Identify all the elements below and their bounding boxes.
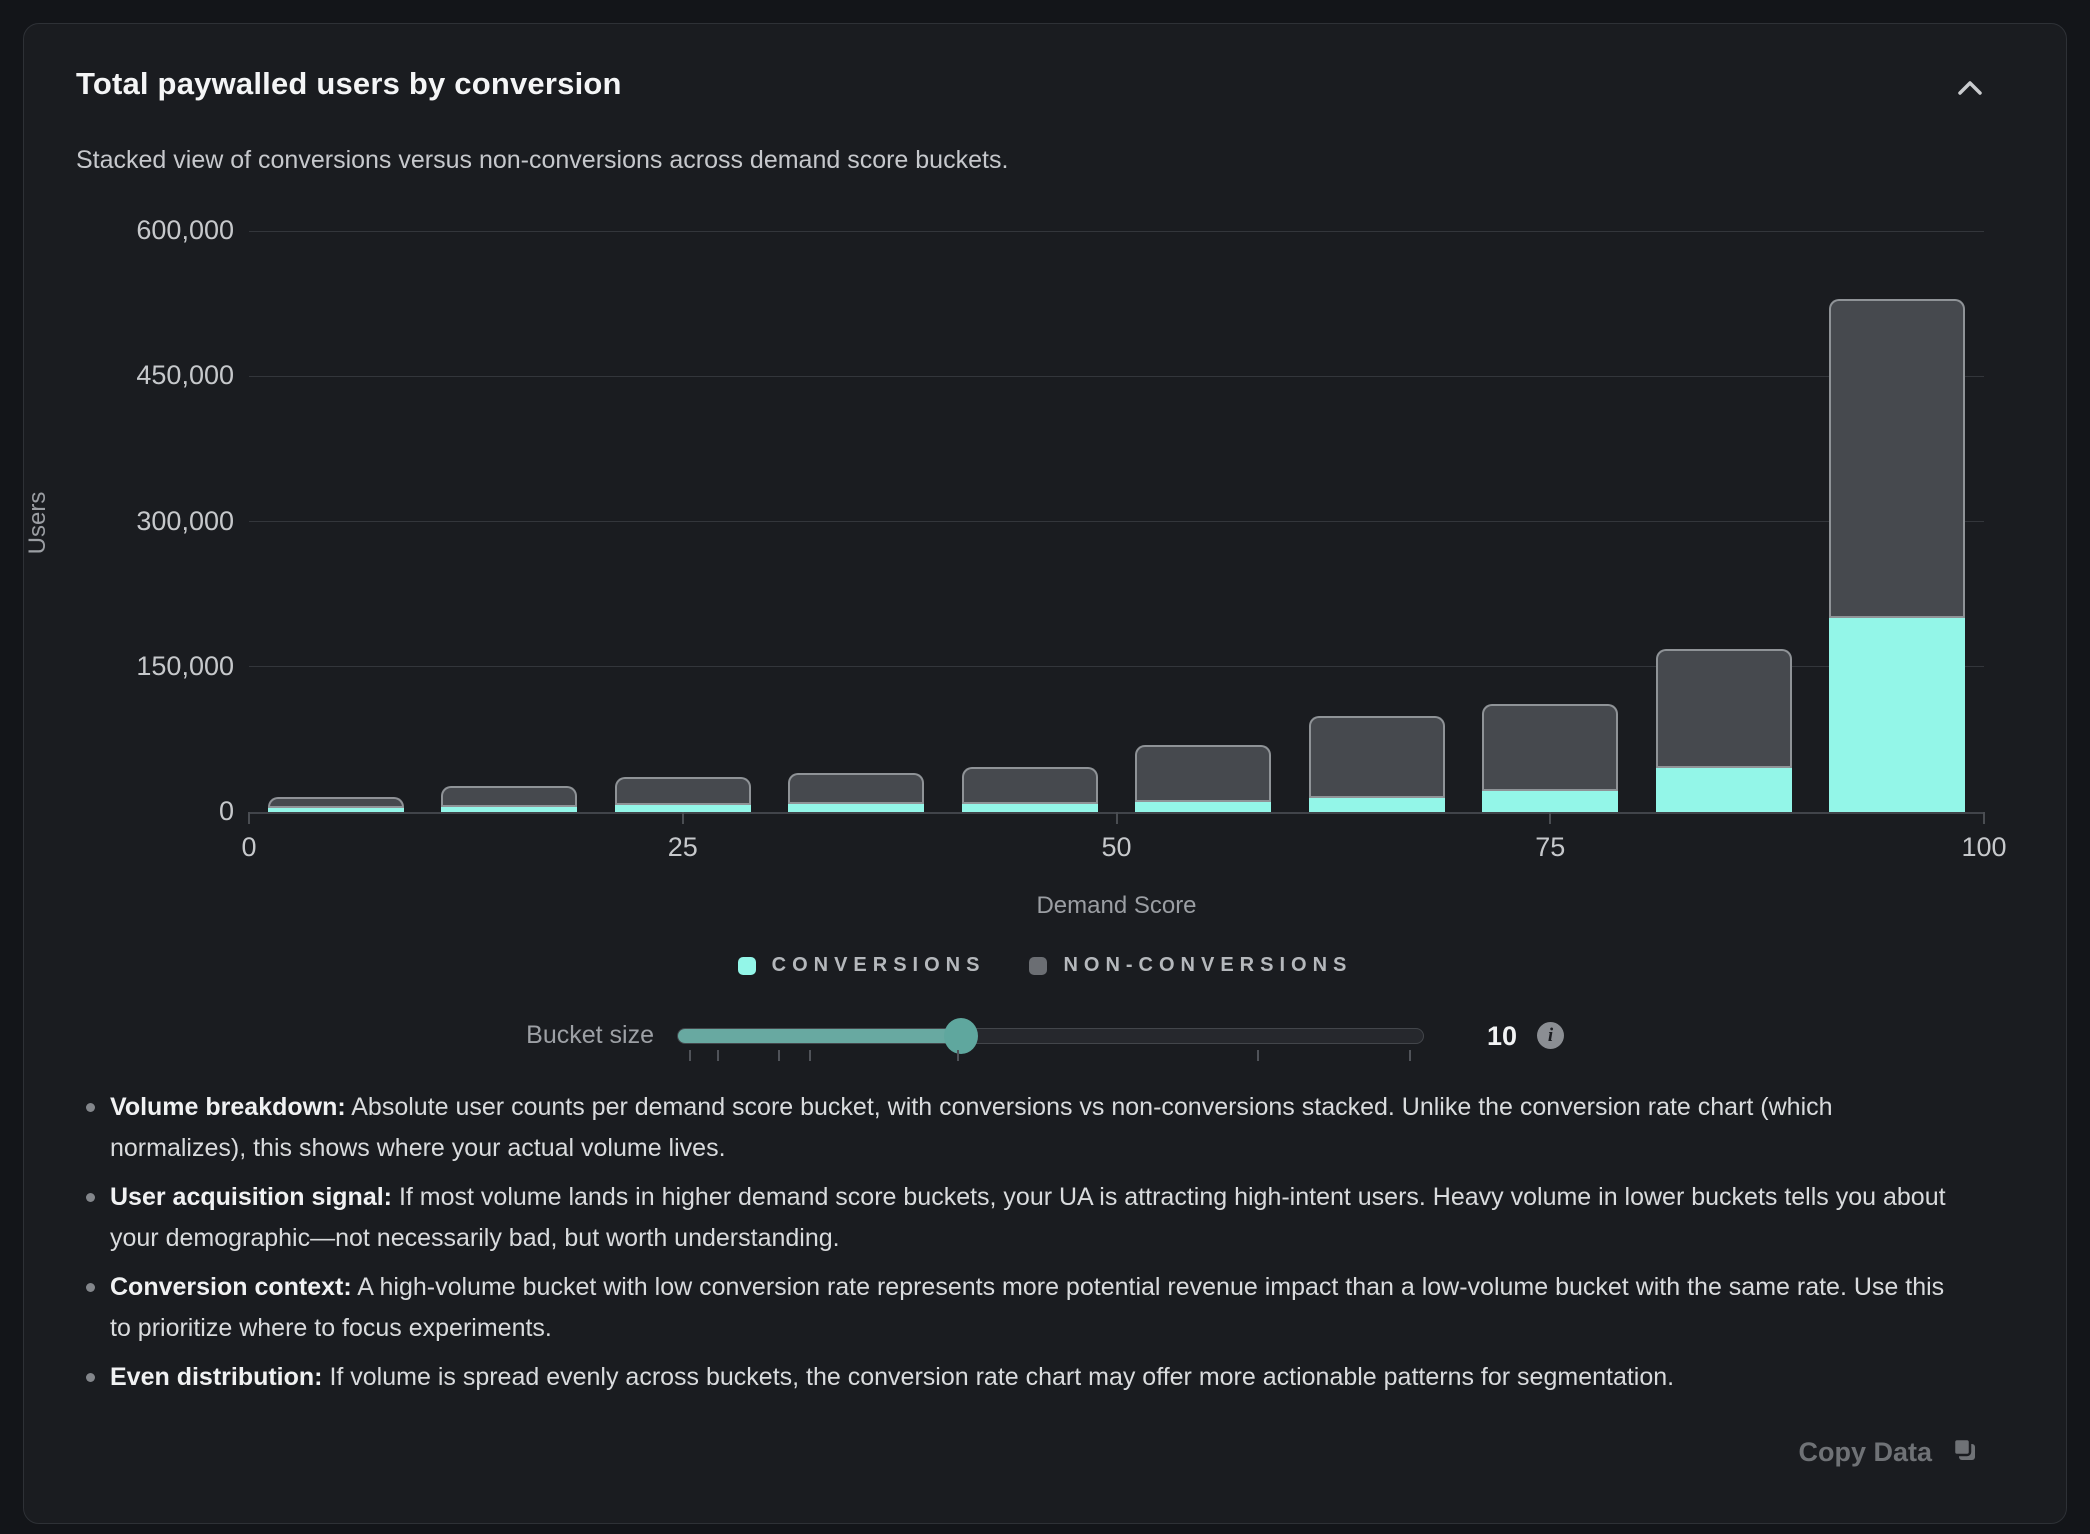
bucket-size-label: Bucket size bbox=[354, 1021, 654, 1050]
copy-icon bbox=[1950, 1435, 1980, 1470]
bar-segment-conversions[interactable] bbox=[788, 804, 924, 812]
bar-segment-conversions[interactable] bbox=[1656, 768, 1792, 812]
bucket-size-slider-thumb[interactable] bbox=[944, 1018, 978, 1054]
y-tick-label: 600,000 bbox=[84, 215, 234, 246]
bar-segment-non-conversions[interactable] bbox=[1829, 299, 1965, 619]
x-tick-label: 0 bbox=[179, 832, 319, 863]
notes-list: Volume breakdown: Absolute user counts p… bbox=[84, 1087, 1964, 1406]
legend-item-conversions[interactable]: CONVERSIONS bbox=[738, 954, 986, 977]
note-item: User acquisition signal: If most volume … bbox=[84, 1177, 1964, 1259]
x-tick bbox=[1116, 812, 1118, 824]
legend-swatch-icon bbox=[1029, 957, 1047, 975]
bar-bucket-70-80[interactable] bbox=[1482, 704, 1618, 812]
copy-data-button[interactable]: Copy Data bbox=[1798, 1432, 1980, 1472]
chevron-up-icon bbox=[1957, 80, 1983, 99]
note-lead: User acquisition signal: bbox=[110, 1183, 392, 1211]
bar-segment-non-conversions[interactable] bbox=[1482, 704, 1618, 791]
legend-item-label: NON-CONVERSIONS bbox=[1063, 954, 1352, 977]
plot-area: 0150,000300,000450,000600,0000255075100 bbox=[249, 231, 1984, 812]
bar-segment-non-conversions[interactable] bbox=[962, 767, 1098, 804]
slider-tick-mark bbox=[717, 1050, 719, 1061]
bar-segment-non-conversions[interactable] bbox=[788, 773, 924, 804]
chart-card: Total paywalled users by conversion Stac… bbox=[23, 23, 2067, 1524]
slider-tick-mark bbox=[778, 1050, 780, 1061]
bar-bucket-10-20[interactable] bbox=[441, 786, 577, 812]
bar-bucket-30-40[interactable] bbox=[788, 773, 924, 812]
bar-bucket-90-100[interactable] bbox=[1829, 299, 1965, 812]
y-tick-label: 450,000 bbox=[84, 360, 234, 391]
bar-segment-non-conversions[interactable] bbox=[615, 777, 751, 805]
chart-legend: CONVERSIONS NON-CONVERSIONS bbox=[24, 954, 2066, 977]
x-axis-title: Demand Score bbox=[249, 892, 1984, 920]
bar-segment-conversions[interactable] bbox=[1829, 618, 1965, 812]
collapse-button[interactable] bbox=[1946, 68, 1994, 110]
y-tick-label: 300,000 bbox=[84, 506, 234, 537]
bar-segment-non-conversions[interactable] bbox=[268, 797, 404, 808]
bar-bucket-60-70[interactable] bbox=[1309, 716, 1445, 812]
x-tick bbox=[1549, 812, 1551, 824]
legend-item-label: CONVERSIONS bbox=[772, 954, 986, 977]
legend-item-non-conversions[interactable]: NON-CONVERSIONS bbox=[1029, 954, 1352, 977]
copy-data-label: Copy Data bbox=[1798, 1437, 1932, 1468]
x-tick bbox=[248, 812, 250, 824]
note-item: Even distribution: If volume is spread e… bbox=[84, 1357, 1964, 1398]
gridline bbox=[249, 521, 1984, 522]
page-title: Total paywalled users by conversion bbox=[76, 66, 622, 102]
slider-tick-mark bbox=[1409, 1050, 1411, 1061]
note-item: Volume breakdown: Absolute user counts p… bbox=[84, 1087, 1964, 1169]
bucket-size-slider-track[interactable] bbox=[677, 1028, 1424, 1044]
x-tick bbox=[682, 812, 684, 824]
slider-tick-mark bbox=[957, 1050, 959, 1061]
note-lead: Conversion context: bbox=[110, 1273, 352, 1301]
x-tick-label: 50 bbox=[1047, 832, 1187, 863]
gridline bbox=[249, 231, 1984, 232]
bar-bucket-80-90[interactable] bbox=[1656, 649, 1792, 812]
bar-segment-non-conversions[interactable] bbox=[1656, 649, 1792, 768]
bar-segment-conversions[interactable] bbox=[1309, 798, 1445, 812]
x-tick-label: 75 bbox=[1480, 832, 1620, 863]
note-item: Conversion context: A high-volume bucket… bbox=[84, 1267, 1964, 1349]
note-lead: Even distribution: bbox=[110, 1363, 323, 1391]
bar-segment-non-conversions[interactable] bbox=[1309, 716, 1445, 798]
x-tick bbox=[1983, 812, 1985, 824]
y-tick-label: 0 bbox=[84, 796, 234, 827]
note-lead: Volume breakdown: bbox=[110, 1093, 346, 1121]
bar-bucket-50-60[interactable] bbox=[1135, 745, 1271, 812]
slider-tick-mark bbox=[1257, 1050, 1259, 1061]
bar-segment-conversions[interactable] bbox=[962, 804, 1098, 812]
info-circle-icon[interactable]: i bbox=[1537, 1022, 1564, 1049]
slider-tick-mark bbox=[689, 1050, 691, 1061]
x-tick-label: 100 bbox=[1914, 832, 2054, 863]
slider-tick-mark bbox=[809, 1050, 811, 1061]
bar-segment-conversions[interactable] bbox=[268, 808, 404, 812]
x-tick-label: 25 bbox=[613, 832, 753, 863]
bar-bucket-40-50[interactable] bbox=[962, 767, 1098, 812]
legend-swatch-icon bbox=[738, 957, 756, 975]
bar-segment-conversions[interactable] bbox=[1135, 802, 1271, 812]
bar-bucket-0-10[interactable] bbox=[268, 797, 404, 812]
bar-segment-non-conversions[interactable] bbox=[441, 786, 577, 807]
bar-segment-non-conversions[interactable] bbox=[1135, 745, 1271, 802]
y-tick-label: 150,000 bbox=[84, 651, 234, 682]
bar-segment-conversions[interactable] bbox=[1482, 791, 1618, 812]
bucket-size-value: 10 bbox=[1464, 1021, 1540, 1052]
bar-segment-conversions[interactable] bbox=[615, 805, 751, 812]
y-axis-title: Users bbox=[24, 413, 52, 633]
gridline bbox=[249, 376, 1984, 377]
bar-bucket-20-30[interactable] bbox=[615, 777, 751, 812]
bar-segment-conversions[interactable] bbox=[441, 807, 577, 812]
chart-subtitle: Stacked view of conversions versus non-c… bbox=[76, 146, 1008, 175]
bucket-size-slider-fill bbox=[678, 1029, 962, 1043]
